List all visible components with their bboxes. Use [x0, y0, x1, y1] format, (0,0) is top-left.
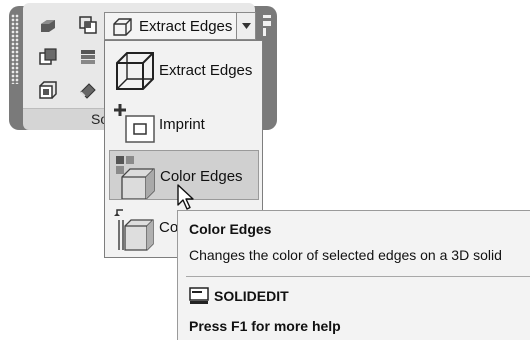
split-button-label: Extract Edges: [139, 18, 233, 35]
pin-icon[interactable]: [262, 14, 272, 44]
imprint-icon: [114, 104, 155, 143]
split-button-dropdown-arrow[interactable]: [236, 13, 255, 39]
intersect-solid-icon[interactable]: [78, 15, 98, 35]
union-solid-icon[interactable]: [38, 15, 58, 35]
tooltip-command-name: SOLIDEDIT: [214, 288, 289, 304]
menu-item-label: Color Edges: [160, 168, 243, 185]
extract-edges-icon: [113, 18, 132, 36]
eraser-icon[interactable]: [78, 80, 98, 100]
stack-layers-icon[interactable]: [78, 47, 98, 67]
tooltip-divider: [186, 276, 530, 277]
menu-item-label: Co: [159, 219, 179, 236]
mouse-cursor-icon: [177, 184, 194, 210]
command-line-icon: [189, 287, 209, 304]
separate-solid-icon[interactable]: [38, 47, 58, 67]
chevron-down-icon: [242, 23, 251, 29]
menu-item-label: Imprint: [159, 116, 205, 133]
tooltip-help-hint: Press F1 for more help: [189, 318, 341, 334]
color-edges-icon: [116, 156, 155, 199]
tooltip: Color Edges Changes the color of selecte…: [177, 210, 530, 340]
tooltip-title: Color Edges: [189, 221, 272, 237]
tooltip-description: Changes the color of selected edges on a…: [189, 247, 502, 263]
extract-edges-split-button[interactable]: Extract Edges: [104, 12, 256, 40]
copy-edges-icon: [114, 209, 154, 251]
menu-item-extract-edges[interactable]: Extract Edges: [109, 45, 259, 95]
shell-solid-icon[interactable]: [38, 80, 58, 100]
menu-item-imprint[interactable]: Imprint: [109, 98, 259, 148]
wireframe-box-icon: [116, 52, 154, 90]
panel-grip-handle[interactable]: [11, 14, 19, 84]
menu-item-label: Extract Edges: [159, 62, 253, 79]
